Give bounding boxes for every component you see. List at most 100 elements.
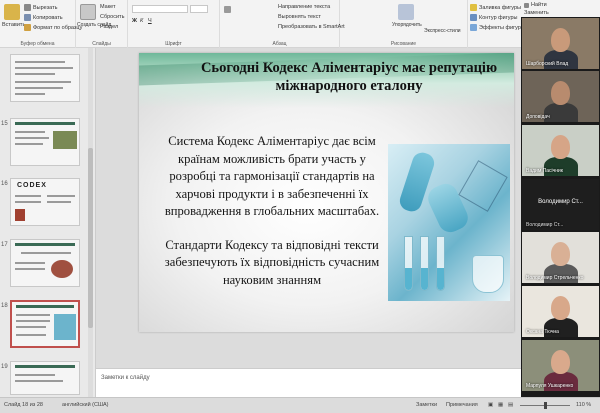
current-slide[interactable]: Сьогодні Кодекс Аліментаріус має репутац… (139, 53, 514, 332)
copy-label: Копировать (33, 14, 63, 21)
participant-tile[interactable]: Марпуля Ушкаренко (522, 340, 599, 391)
paragraph-group: Направление текста Выровнять текст Преоб… (220, 0, 345, 48)
text-direction-button[interactable]: Направление текста (278, 4, 330, 10)
language-indicator[interactable]: английский (США) (62, 402, 109, 408)
arrange-button[interactable]: Упорядочить (392, 22, 422, 28)
zoom-level[interactable]: 110 % (576, 402, 591, 408)
slide-thumbnail[interactable]: CODEX (10, 178, 80, 226)
copy-icon (24, 14, 31, 21)
participant-tile[interactable]: Вадим Пасічник (522, 125, 599, 176)
participant-tile[interactable]: Володимир Ст... Володимир Ст... (522, 179, 599, 230)
slide-thumbnail[interactable] (10, 54, 80, 102)
sorter-view-icon[interactable]: ▦ (498, 402, 503, 408)
reset-label: Сбросить (100, 14, 125, 20)
participant-tile[interactable]: Шарборский Влад (522, 18, 599, 69)
slide-thumbnail-active[interactable] (10, 300, 80, 348)
slide-thumbnail[interactable] (10, 118, 80, 166)
notes-placeholder: Заметки к слайду (101, 375, 150, 381)
notes-toggle[interactable]: Заметки (416, 402, 437, 408)
flask-shape (472, 255, 504, 293)
align-text-button[interactable]: Выровнять текст (278, 14, 321, 20)
participant-face (551, 135, 570, 159)
participant-tile[interactable]: Оксана Тючна (522, 286, 599, 337)
text-direction-label: Направление текста (278, 4, 331, 10)
paste-icon[interactable] (4, 4, 20, 20)
paragraph-group-label: Абзац (272, 41, 287, 47)
drawing-group: ▭ ○ △ ╲ ◇ ⬠ ☆ ↔ { } ▱ ⌒ ⇨ ▢ Упорядочить … (340, 0, 468, 48)
shape-fill-button[interactable]: Заливка фигуры (470, 4, 521, 11)
slide-body-text[interactable]: Система Кодекс Аліментаріус дає всім кра… (157, 133, 387, 305)
fill-bucket-icon (470, 4, 477, 11)
new-slide-icon[interactable] (80, 4, 96, 20)
slide-paragraph: Стандарти Кодексу та відповідні тексти з… (164, 237, 380, 287)
section-button[interactable]: Раздел (100, 24, 118, 30)
notes-pane[interactable]: Заметки к слайду (96, 368, 521, 397)
find-button[interactable]: Найти (524, 2, 547, 8)
molecule-shape (458, 160, 508, 212)
layout-button[interactable]: Макет (100, 4, 116, 10)
shape-effects-button[interactable]: Эффекты фигуры (470, 24, 525, 31)
effects-icon (470, 24, 477, 31)
shape-fill-label: Заливка фигуры (479, 4, 522, 11)
font-group-label: Шрифт (165, 41, 182, 47)
reading-view-icon[interactable]: ▤ (508, 402, 513, 408)
bold-button[interactable]: Ж (132, 18, 137, 24)
status-bar: Слайд 18 из 28 английский (США) Заметки … (0, 397, 600, 413)
thumbnail-label: CODEX (17, 182, 47, 189)
participant-name: Володимир Ст... (526, 222, 564, 228)
thumbnail-number: 18 (1, 303, 8, 309)
drawing-group-label: Рисование (390, 41, 417, 47)
arrange-label: Упорядочить (392, 22, 422, 28)
thumbnail-number: 16 (1, 181, 8, 187)
font-size-field[interactable] (190, 5, 208, 13)
ribbon: Вставить Вырезать Копировать Формат по о… (0, 0, 525, 48)
paste-label: Вставить (2, 22, 26, 28)
bullets-button[interactable] (224, 6, 231, 13)
reset-button[interactable]: Сбросить (100, 14, 124, 20)
video-conference-panel: Найти Заменить Шарборский Влад Доповідач В… (521, 0, 600, 397)
slide-counter: Слайд 18 из 28 (4, 402, 43, 408)
thumbnail-number: 15 (1, 121, 8, 127)
slides-group-label: Слайды (92, 41, 111, 47)
participant-face (551, 350, 570, 374)
arrange-icon[interactable] (398, 4, 414, 20)
cut-button[interactable]: Вырезать (24, 4, 57, 11)
participant-name: Доповідач (526, 114, 550, 120)
brush-icon (24, 24, 31, 31)
italic-button[interactable]: К (140, 18, 143, 24)
shape-format-group: Заливка фигуры Контур фигуры Эффекты фиг… (468, 0, 525, 48)
cut-label: Вырезать (33, 4, 58, 11)
comments-toggle[interactable]: Примечания (446, 402, 478, 408)
thumbnail-number: 17 (1, 242, 8, 248)
test-tube-shape (404, 236, 413, 291)
font-name-field[interactable] (132, 5, 188, 13)
copy-button[interactable]: Копировать (24, 14, 63, 21)
section-label: Раздел (100, 24, 119, 30)
normal-view-icon[interactable]: ▣ (488, 402, 493, 408)
thumbnails-scrollbar[interactable] (88, 48, 93, 397)
laboratory-image[interactable] (388, 144, 510, 301)
shape-outline-label: Контур фигуры (479, 14, 518, 21)
find-label: Найти (531, 2, 547, 8)
quick-styles-button[interactable]: Экспресс-стили (424, 28, 461, 34)
participant-name: Оксана Тючна (526, 329, 559, 335)
shape-outline-button[interactable]: Контур фигуры (470, 14, 517, 21)
pen-icon (470, 14, 477, 21)
zoom-slider-knob[interactable] (544, 402, 547, 409)
paste-button[interactable]: Вставить (2, 22, 25, 28)
slide-paragraph: Система Кодекс Аліментаріус дає всім кра… (164, 134, 380, 218)
smartart-button[interactable]: Преобразовать в SmartArt (278, 24, 345, 30)
smartart-label: Преобразовать в SmartArt (278, 24, 345, 30)
slide-thumbnail[interactable] (10, 361, 80, 395)
slide-title[interactable]: Сьогодні Кодекс Аліментаріус має репутац… (199, 59, 499, 95)
format-painter-button[interactable]: Формат по образцу (24, 24, 82, 31)
underline-button[interactable]: Ч (148, 18, 152, 24)
participant-tile[interactable]: Доповідач (522, 71, 599, 122)
replace-button[interactable]: Заменить (524, 10, 549, 16)
quick-styles-label: Экспресс-стили (424, 28, 461, 34)
layout-label: Макет (100, 4, 116, 10)
slide-thumbnail[interactable] (10, 239, 80, 287)
participant-tile[interactable]: Володимир Стрельченко (522, 232, 599, 283)
clipboard-group-label: Буфер обмена (20, 41, 55, 47)
font-group: Ж К Ч Шрифт (128, 0, 220, 48)
